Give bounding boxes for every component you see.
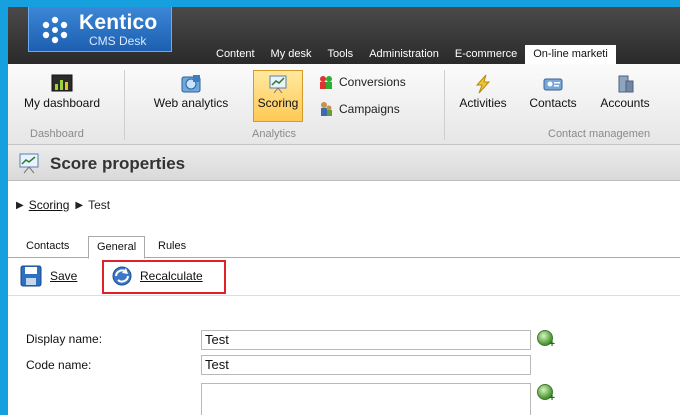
breadcrumb: ▶ Scoring ▶ Test bbox=[16, 198, 110, 212]
accounts-icon bbox=[618, 75, 634, 93]
contact-management-group-label: Contact managemen bbox=[548, 128, 651, 140]
main-nav: Content My desk Tools Administration E-c… bbox=[208, 45, 616, 64]
breadcrumb-current: Test bbox=[88, 198, 111, 212]
web-analytics-button[interactable]: Web analytics bbox=[146, 74, 236, 110]
logo-title: Kentico bbox=[79, 11, 158, 34]
tab-general[interactable]: General bbox=[88, 236, 146, 259]
contacts-button[interactable]: Contacts bbox=[523, 74, 583, 110]
tab-strip: Contacts General Rules bbox=[8, 234, 680, 259]
scoring-button[interactable]: Scoring bbox=[253, 74, 303, 110]
nav-tab-my-desk[interactable]: My desk bbox=[263, 45, 320, 64]
ribbon: My dashboard Dashboard Web analytics Sco… bbox=[8, 64, 680, 145]
logo-subtitle: CMS Desk bbox=[89, 34, 147, 48]
my-dashboard-button[interactable]: My dashboard bbox=[12, 74, 112, 110]
conversions-button[interactable]: Conversions bbox=[318, 74, 406, 90]
breadcrumb-scoring-link[interactable]: Scoring bbox=[29, 198, 70, 212]
kentico-logo[interactable]: Kentico CMS Desk bbox=[28, 7, 172, 52]
nav-tab-online-marketing[interactable]: On-line marketi bbox=[525, 45, 616, 64]
scoring-icon bbox=[269, 75, 287, 94]
recalculate-icon bbox=[112, 266, 132, 286]
activities-icon bbox=[475, 74, 491, 94]
content-area: ▶ Scoring ▶ Test Contacts General Rules … bbox=[8, 181, 680, 415]
accounts-button[interactable]: Accounts bbox=[593, 74, 657, 110]
localize-globe-icon[interactable] bbox=[537, 330, 555, 350]
description-field[interactable] bbox=[201, 383, 531, 415]
recalculate-button[interactable]: Recalculate bbox=[110, 265, 203, 287]
dashboard-icon bbox=[51, 74, 73, 92]
kentico-logo-icon bbox=[42, 16, 68, 44]
recalculate-label: Recalculate bbox=[140, 269, 203, 283]
web-analytics-label: Web analytics bbox=[153, 96, 229, 110]
nav-tab-administration[interactable]: Administration bbox=[361, 45, 447, 64]
nav-tab-ecommerce[interactable]: E-commerce bbox=[447, 45, 525, 64]
save-label: Save bbox=[50, 269, 78, 283]
campaigns-label: Campaigns bbox=[339, 102, 400, 116]
activities-label: Activities bbox=[459, 96, 507, 110]
contacts-label: Contacts bbox=[529, 96, 577, 110]
accounts-label: Accounts bbox=[600, 96, 650, 110]
code-name-label: Code name: bbox=[26, 358, 92, 372]
ribbon-separator bbox=[444, 70, 445, 140]
chevron-right-icon: ▶ bbox=[75, 199, 84, 211]
code-name-field[interactable]: Test bbox=[201, 355, 531, 375]
nav-tab-tools[interactable]: Tools bbox=[320, 45, 362, 64]
localize-globe-icon[interactable] bbox=[537, 384, 555, 404]
analytics-group-label: Analytics bbox=[252, 128, 297, 140]
tab-contacts[interactable]: Contacts bbox=[18, 236, 77, 258]
display-name-field[interactable]: Test bbox=[201, 330, 531, 350]
conversions-label: Conversions bbox=[339, 75, 406, 89]
campaigns-icon bbox=[321, 102, 332, 116]
ribbon-separator bbox=[124, 70, 125, 140]
scoring-label: Scoring bbox=[257, 96, 299, 110]
web-analytics-icon bbox=[181, 75, 201, 93]
my-dashboard-label: My dashboard bbox=[23, 96, 101, 110]
toolbar: Save Recalculate bbox=[8, 258, 680, 296]
dashboard-group-label: Dashboard bbox=[30, 128, 84, 140]
activities-button[interactable]: Activities bbox=[453, 74, 513, 110]
campaigns-button[interactable]: Campaigns bbox=[318, 101, 400, 117]
nav-tab-content[interactable]: Content bbox=[208, 45, 263, 64]
score-properties-icon bbox=[19, 153, 39, 174]
top-bar: Kentico CMS Desk Content My desk Tools A… bbox=[8, 7, 680, 64]
tab-rules[interactable]: Rules bbox=[150, 236, 194, 258]
contacts-icon bbox=[543, 78, 563, 91]
save-button[interactable]: Save bbox=[20, 265, 77, 287]
display-name-label: Display name: bbox=[26, 332, 103, 346]
page-title: Score properties bbox=[50, 154, 186, 173]
conversions-icon bbox=[320, 76, 332, 89]
page-header: Score properties bbox=[8, 145, 680, 181]
save-icon bbox=[20, 265, 42, 287]
chevron-right-icon: ▶ bbox=[16, 199, 24, 211]
